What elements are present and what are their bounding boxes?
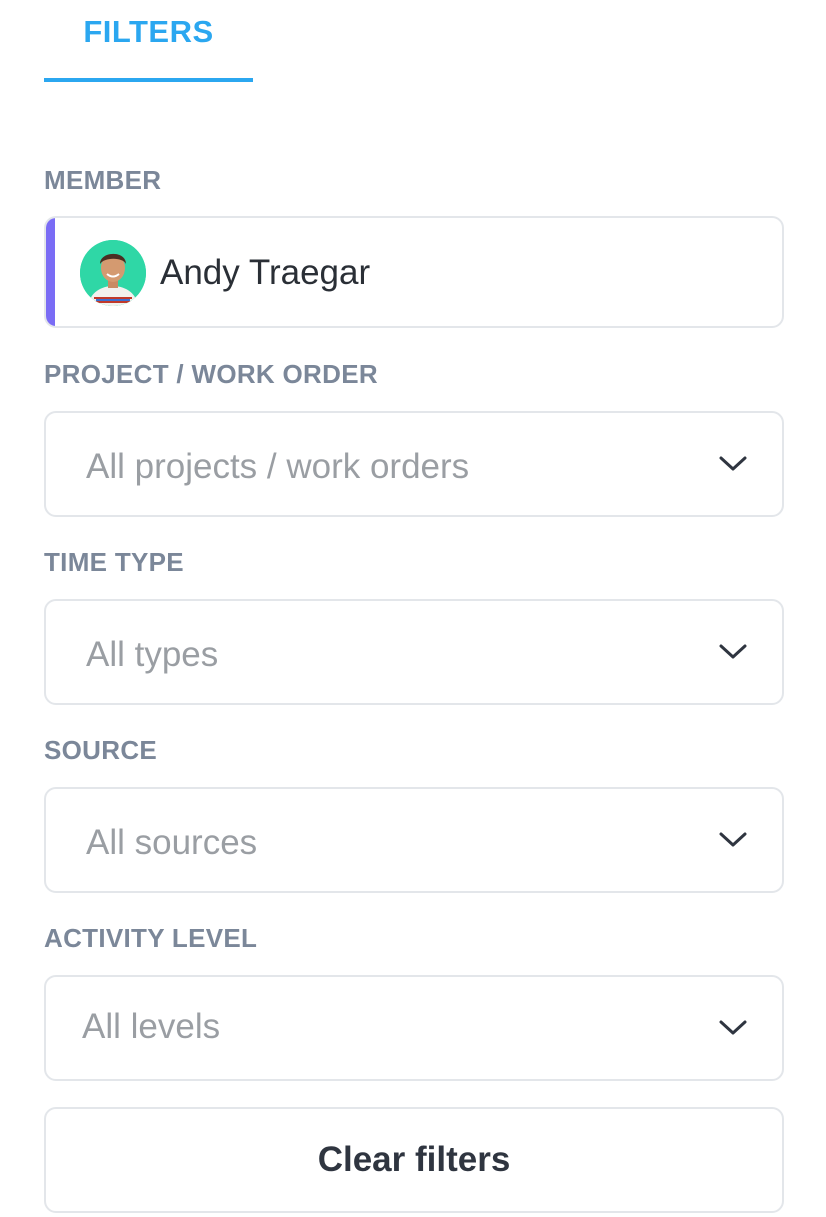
chevron-down-icon [719,644,747,659]
chevron-down-icon [719,456,747,471]
filters-panel: FILTERS MEMBER Andy Traegar PROJECT / WO… [0,0,826,1217]
member-label: MEMBER [44,165,162,195]
tab-filters-label: FILTERS [83,14,214,49]
member-accent-bar [46,218,55,326]
project-label: PROJECT / WORK ORDER [44,359,378,389]
clear-filters-label: Clear filters [317,1140,511,1179]
member-name: Andy Traegar [160,253,371,292]
clear-filters-button[interactable]: Clear filters [44,1107,784,1213]
tab-active-indicator [44,78,253,82]
time-type-label: TIME TYPE [44,547,184,577]
member-selector[interactable]: Andy Traegar [44,216,784,328]
chevron-down-icon [719,1020,747,1035]
time-type-select[interactable]: All types [44,599,784,705]
time-type-select-value: All types [86,635,219,674]
chevron-down-icon [719,832,747,847]
project-select[interactable]: All projects / work orders [44,411,784,517]
activity-level-select[interactable]: All levels [44,975,784,1081]
source-select[interactable]: All sources [44,787,784,893]
project-select-value: All projects / work orders [86,447,470,486]
user-avatar-icon [80,240,146,306]
activity-level-label: ACTIVITY LEVEL [44,923,258,953]
avatar [80,240,146,306]
source-label: SOURCE [44,735,158,765]
source-select-value: All sources [86,823,258,862]
activity-level-select-value: All levels [82,1007,221,1046]
tab-filters[interactable]: FILTERS [44,0,253,82]
